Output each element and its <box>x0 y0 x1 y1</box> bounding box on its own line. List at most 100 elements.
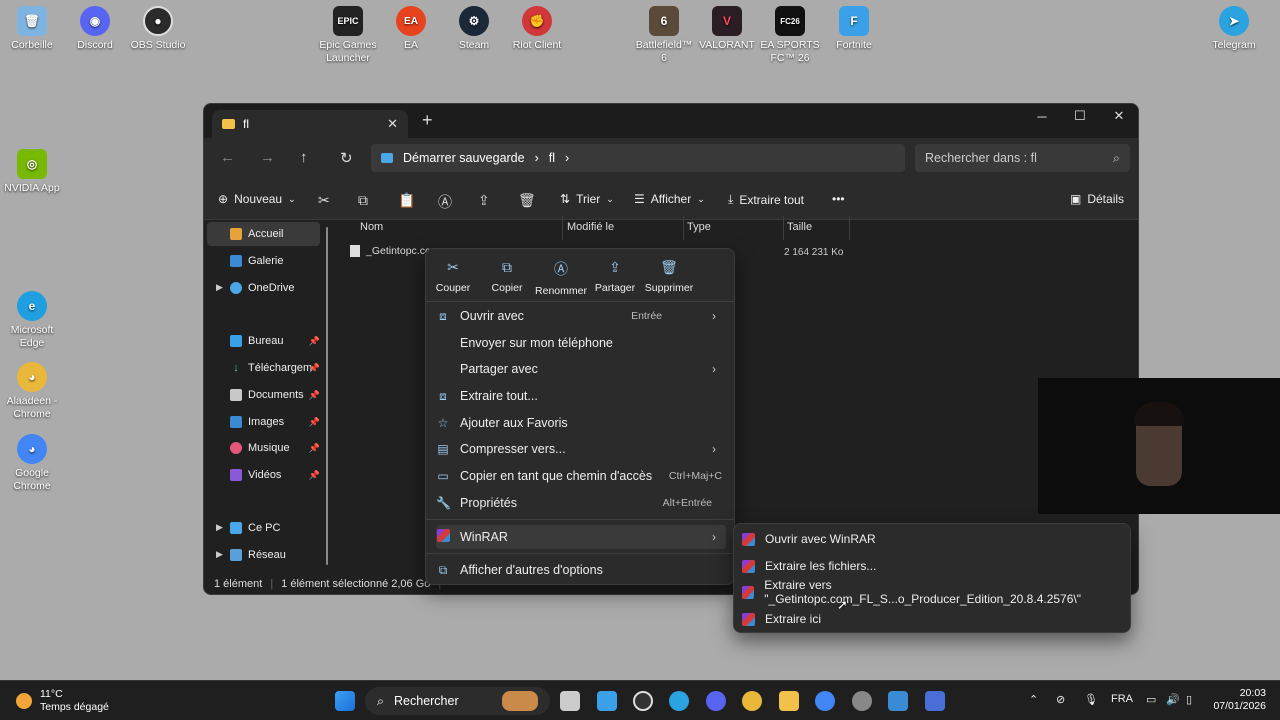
sidebar-item-downloads[interactable]: ↓ Téléchargem 📌 <box>230 359 322 377</box>
language-indicator[interactable]: FRA <box>1111 693 1133 705</box>
view-button[interactable]: ☰ Afficher ⌄ <box>634 192 705 206</box>
sidebar-item-documents[interactable]: Documents 📌 <box>230 386 322 404</box>
desktop-icon-battlefield[interactable]: 6 Battlefield™ 6 <box>632 6 696 65</box>
column-divider[interactable] <box>783 216 784 240</box>
menu-item-copy-path[interactable]: ▭ Copier en tant que chemin d'accès Ctrl… <box>436 464 726 488</box>
sidebar-item-this-pc[interactable]: Ce PC <box>230 519 322 537</box>
breadcrumb-item[interactable]: fl <box>549 151 555 165</box>
rename-icon[interactable]: Ⓐ <box>438 192 452 212</box>
submenu-item-extract-to[interactable]: Extraire vers "_Getintopc.com_FL_S...o_P… <box>742 578 1130 606</box>
desktop-icon-alaadeen-chrome[interactable]: ◕ Alaadeen - Chrome <box>0 362 64 421</box>
desktop-icon-discord[interactable]: ◉ Discord <box>63 6 127 52</box>
menu-item-add-favorites[interactable]: ☆ Ajouter aux Favoris <box>436 411 726 435</box>
file-explorer-taskbar-icon[interactable] <box>779 691 799 711</box>
desktop-icon-edge[interactable]: e Microsoft Edge <box>0 291 64 350</box>
sidebar-item-videos[interactable]: Vidéos 📌 <box>230 466 322 484</box>
sidebar-item-network[interactable]: Réseau <box>230 546 322 564</box>
desktop-icon-valorant[interactable]: V VALORANT <box>695 6 759 52</box>
new-tab-button[interactable]: + <box>422 110 433 131</box>
details-button[interactable]: ▣ Détails <box>1070 192 1124 206</box>
column-divider[interactable] <box>849 216 850 240</box>
menu-item-winrar[interactable]: WinRAR › <box>436 525 726 549</box>
back-arrow-icon[interactable]: ← <box>220 149 235 166</box>
mute-icon[interactable]: ⊘ <box>1056 693 1065 706</box>
desktop-icon-telegram[interactable]: ➤ Telegram <box>1202 6 1266 52</box>
explorer-tab[interactable]: fl ✕ <box>212 110 408 138</box>
desktop-icon-fortnite[interactable]: F Fortnite <box>822 6 886 52</box>
task-view-icon[interactable] <box>560 691 580 711</box>
more-options-button[interactable]: ••• <box>832 192 845 206</box>
minimize-button[interactable]: ─ <box>1023 104 1061 128</box>
new-button[interactable]: ⊕ Nouveau ⌄ <box>218 192 296 206</box>
refresh-icon[interactable]: ↻ <box>340 149 353 167</box>
close-window-button[interactable]: ✕ <box>1100 104 1138 128</box>
forward-arrow-icon[interactable]: → <box>260 149 275 166</box>
menu-item-open-with[interactable]: ⧈ Ouvrir avec Entrée › <box>436 304 726 328</box>
desktop-icon-riot[interactable]: ✊ Riot Client <box>505 6 569 52</box>
column-divider[interactable] <box>683 216 684 240</box>
column-header-size[interactable]: Taille <box>787 221 812 233</box>
discord-taskbar-icon[interactable] <box>706 691 726 711</box>
desktop-icon-nvidia[interactable]: ◎ NVIDIA App <box>0 149 64 195</box>
share-action[interactable]: ⇪ Partager <box>588 259 642 294</box>
file-row[interactable]: _Getintopc.cc <box>350 245 430 257</box>
desktop-icon-steam[interactable]: ⚙ Steam <box>442 6 506 52</box>
maximize-button[interactable]: ☐ <box>1061 104 1099 128</box>
sidebar-item-onedrive[interactable]: OneDrive <box>230 279 322 297</box>
cut-icon[interactable]: ✂ <box>318 192 330 209</box>
submenu-item-extract-files[interactable]: Extraire les fichiers... <box>742 555 876 577</box>
calculator-taskbar-icon[interactable] <box>925 691 945 711</box>
menu-item-send-phone[interactable]: Envoyer sur mon téléphone <box>436 331 726 355</box>
desktop-icon-ea-fc[interactable]: FC26 EA SPORTS FC™ 26 <box>758 6 822 65</box>
chevron-up-icon[interactable]: ⌃ <box>1029 693 1038 706</box>
share-icon[interactable]: ⇪ <box>478 192 490 209</box>
menu-item-properties[interactable]: 🔧 Propriétés Alt+Entrée <box>436 491 726 515</box>
paste-icon[interactable]: 📋 <box>398 192 415 209</box>
sort-button[interactable]: ⇅ Trier ⌄ <box>560 192 614 206</box>
chrome-taskbar-icon[interactable] <box>815 691 835 711</box>
menu-item-share-with[interactable]: Partager avec › <box>436 357 726 381</box>
rename-action[interactable]: Ⓐ Renommer <box>534 259 588 297</box>
sidebar-item-music[interactable]: Musique 📌 <box>230 439 322 457</box>
obs-taskbar-icon[interactable] <box>633 691 653 711</box>
menu-item-compress[interactable]: ▤ Compresser vers... › <box>436 437 726 461</box>
delete-action[interactable]: 🗑 Supprimer <box>642 259 696 294</box>
column-divider[interactable] <box>562 216 563 240</box>
column-header-modified[interactable]: Modifié le <box>567 221 614 233</box>
delete-icon[interactable]: 🗑 <box>518 192 536 209</box>
notepad-icon[interactable] <box>597 691 617 711</box>
sidebar-scrollbar[interactable] <box>326 227 328 565</box>
expand-chevron-icon[interactable]: ▶ <box>216 549 223 560</box>
settings-taskbar-icon[interactable] <box>852 691 872 711</box>
menu-item-more-options[interactable]: ⧉ Afficher d'autres d'options <box>436 558 726 582</box>
battery-icon[interactable]: ▯ <box>1186 693 1192 706</box>
up-arrow-icon[interactable]: ↑ <box>300 149 308 166</box>
sidebar-item-home[interactable]: Accueil <box>230 225 322 243</box>
menu-item-extract-all[interactable]: ⧈ Extraire tout... <box>436 384 726 408</box>
breadcrumb-item[interactable]: Démarrer sauvegarde <box>403 151 525 165</box>
desktop-icon-epic[interactable]: EPIC Epic Games Launcher <box>316 6 380 65</box>
store-taskbar-icon[interactable] <box>888 691 908 711</box>
microphone-icon[interactable]: 🎙 <box>1084 693 1098 706</box>
sidebar-item-desktop[interactable]: Bureau 📌 <box>230 332 322 350</box>
taskbar-search[interactable]: ⌕ Rechercher <box>365 687 550 715</box>
copy-icon[interactable]: ⧉ <box>358 192 368 209</box>
start-button[interactable] <box>335 691 355 711</box>
expand-chevron-icon[interactable]: ▶ <box>216 522 223 533</box>
search-input[interactable]: Rechercher dans : fl ⌕ <box>915 144 1130 172</box>
volume-icon[interactable]: 🔊 <box>1166 693 1180 706</box>
sidebar-item-gallery[interactable]: Galerie <box>230 252 322 270</box>
chrome-profile-taskbar-icon[interactable] <box>742 691 762 711</box>
column-header-name[interactable]: Nom <box>360 221 383 233</box>
submenu-item-open-winrar[interactable]: Ouvrir avec WinRAR <box>742 528 876 550</box>
close-tab-icon[interactable]: ✕ <box>387 116 398 132</box>
network-icon[interactable]: ▭ <box>1146 693 1156 706</box>
clock[interactable]: 20:03 07/01/2026 <box>1213 687 1266 713</box>
sidebar-item-pictures[interactable]: Images 📌 <box>230 413 322 431</box>
desktop-icon-ea[interactable]: EA EA <box>379 6 443 52</box>
submenu-item-extract-here[interactable]: Extraire ici <box>742 608 821 630</box>
weather-widget[interactable]: 11°C Temps dégagé <box>16 688 109 714</box>
column-header-type[interactable]: Type <box>687 221 711 233</box>
desktop-icon-recycle-bin[interactable]: 🗑 Corbeille <box>0 6 64 52</box>
desktop-icon-chrome[interactable]: ◕ Google Chrome <box>0 434 64 493</box>
